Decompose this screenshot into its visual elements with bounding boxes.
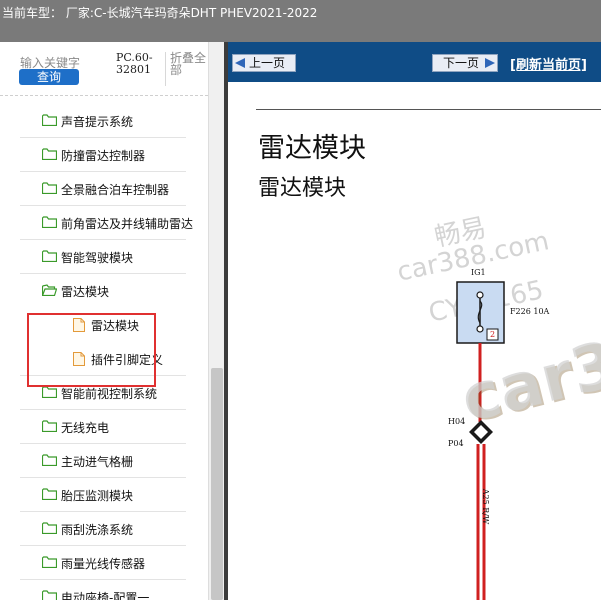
fuse-id-label: IG1 bbox=[471, 268, 486, 277]
folder-icon bbox=[41, 386, 58, 401]
arrow-right-icon bbox=[485, 58, 495, 68]
fuse-pin-label: 2 bbox=[490, 330, 496, 339]
tree-item-label: 雨量光线传感器 bbox=[61, 557, 146, 571]
search-area: 输入关键字 查询 PC.60-32801 折叠全部 bbox=[0, 42, 208, 96]
pc-code-label: PC.60-32801 bbox=[116, 52, 166, 86]
next-page-label: 下一页 bbox=[443, 56, 480, 70]
tree-item-label: 电动座椅-配置一 bbox=[61, 591, 150, 600]
tree-item-folder[interactable]: 雨刮洗涤系统 bbox=[20, 512, 186, 546]
collapse-all-button[interactable]: 折叠全部 bbox=[170, 52, 208, 76]
tree-item-folder[interactable]: 全景融合泊车控制器 bbox=[20, 172, 186, 206]
tree-item-folder[interactable]: 电动座椅-配置一 bbox=[20, 580, 186, 600]
next-page-button[interactable]: 下一页 bbox=[432, 54, 498, 72]
prev-page-button[interactable]: 上一页 bbox=[232, 54, 296, 72]
left-panel: 输入关键字 查询 PC.60-32801 折叠全部 声音提示系统 防撞雷达控制器… bbox=[0, 42, 224, 600]
connector-pin-label: P04 bbox=[448, 439, 464, 448]
folder-icon bbox=[41, 216, 58, 231]
tree-item-folder[interactable]: 雨量光线传感器 bbox=[20, 546, 186, 580]
fuse-terminal bbox=[476, 325, 484, 333]
tree-item-label: 智能前视控制系统 bbox=[61, 387, 158, 401]
folder-open-icon bbox=[41, 284, 58, 299]
tree-item-label: 防撞雷达控制器 bbox=[61, 149, 146, 163]
tree-item-folder[interactable]: 前角雷达及并线辅助雷达 bbox=[20, 206, 193, 240]
folder-icon bbox=[41, 556, 58, 571]
folder-icon bbox=[41, 488, 58, 503]
document-panel: 上一页 下一页 [刷新当前页] 雷达模块 雷达模块 畅易 car388.com … bbox=[224, 42, 601, 600]
tree-item-label: 雷达模块 bbox=[61, 285, 110, 299]
folder-icon bbox=[41, 250, 58, 265]
fuse-terminal bbox=[476, 291, 484, 299]
selection-highlight-box bbox=[27, 313, 156, 387]
tree-item-folder[interactable]: 主动进气格栅 bbox=[20, 444, 186, 478]
tree-item-folder[interactable]: 声音提示系统 bbox=[20, 104, 186, 138]
folder-icon bbox=[41, 590, 58, 600]
document-content: 雷达模块 雷达模块 畅易 car388.com CY20165 IG1 F226… bbox=[228, 82, 601, 600]
folder-icon bbox=[41, 454, 58, 469]
folder-icon bbox=[41, 182, 58, 197]
folder-icon bbox=[41, 148, 58, 163]
tree-item-label: 雨刮洗涤系统 bbox=[61, 523, 134, 537]
tree-item-label: 无线充电 bbox=[61, 421, 110, 435]
folder-icon bbox=[41, 420, 58, 435]
wire-code-label: A25 R/W bbox=[481, 488, 491, 525]
tree-item-folder-open[interactable]: 雷达模块 bbox=[20, 274, 186, 308]
tree-item-folder[interactable]: 胎压监测模块 bbox=[20, 478, 186, 512]
left-scrollbar[interactable] bbox=[208, 42, 224, 600]
refresh-page-link[interactable]: [刷新当前页] bbox=[510, 54, 587, 73]
wiring-diagram bbox=[456, 281, 505, 600]
page-nav-bar: 上一页 下一页 [刷新当前页] bbox=[228, 42, 601, 82]
arrow-left-icon bbox=[235, 58, 245, 68]
folder-icon bbox=[41, 522, 58, 537]
fuse-rating-label: F226 10A bbox=[510, 307, 550, 316]
vehicle-model-title: 当前车型： 厂家:C-长城汽车玛奇朵DHT PHEV2021-2022 bbox=[2, 6, 318, 20]
tree-item-label: 主动进气格栅 bbox=[61, 455, 134, 469]
connector-id-label: H04 bbox=[448, 417, 466, 426]
tree-item-label: 前角雷达及并线辅助雷达 bbox=[61, 217, 194, 231]
tree-item-label: 声音提示系统 bbox=[61, 115, 134, 129]
query-button[interactable]: 查询 bbox=[19, 69, 79, 85]
tree-item-label: 胎压监测模块 bbox=[61, 489, 134, 503]
tree-item-folder[interactable]: 智能驾驶模块 bbox=[20, 240, 186, 274]
tree-item-folder[interactable]: 无线充电 bbox=[20, 410, 186, 444]
tree-item-folder[interactable]: 防撞雷达控制器 bbox=[20, 138, 186, 172]
tree-item-label: 全景融合泊车控制器 bbox=[61, 183, 170, 197]
title-bar: 当前车型： 厂家:C-长城汽车玛奇朵DHT PHEV2021-2022 bbox=[0, 0, 601, 42]
scrollbar-thumb[interactable] bbox=[211, 368, 223, 600]
tree-item-label: 智能驾驶模块 bbox=[61, 251, 134, 265]
prev-page-label: 上一页 bbox=[249, 56, 286, 70]
folder-icon bbox=[41, 114, 58, 129]
